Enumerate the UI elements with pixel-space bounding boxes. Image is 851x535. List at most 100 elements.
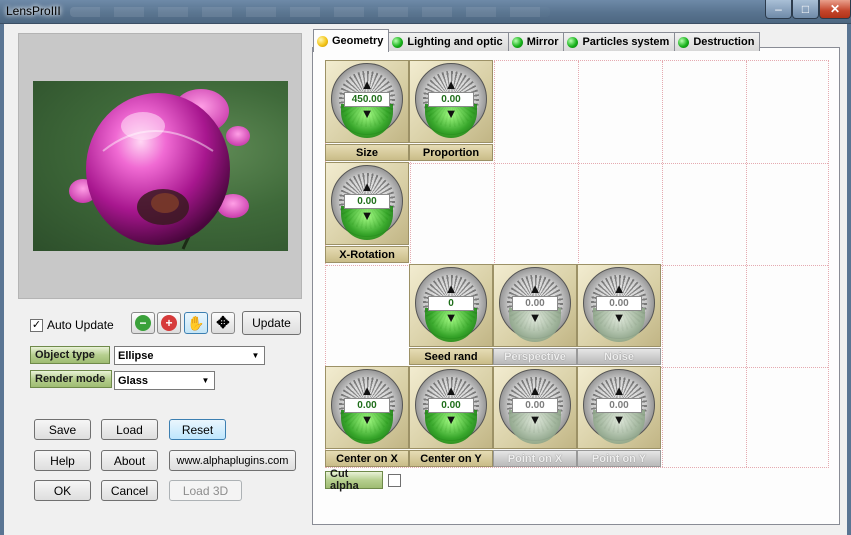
tab-label: Mirror: [526, 36, 559, 48]
decrement-arrow-icon[interactable]: ▼: [522, 412, 548, 427]
tab-strip: Geometry Lighting and optic Mirror Parti…: [313, 29, 761, 52]
tab-mirror[interactable]: Mirror: [507, 32, 565, 51]
increment-arrow-icon[interactable]: ▲: [606, 383, 632, 398]
tab-particles-system[interactable]: Particles system: [563, 32, 676, 51]
auto-update-checkbox[interactable]: ✓: [30, 318, 43, 332]
render-mode-value: Glass: [118, 374, 148, 387]
load-button[interactable]: Load: [101, 419, 158, 440]
blurred-menu-area: [70, 7, 550, 17]
save-button[interactable]: Save: [34, 419, 91, 440]
decrement-arrow-icon[interactable]: ▼: [354, 208, 380, 223]
zoom-out-button[interactable]: −: [131, 312, 155, 334]
window-frame-right: [847, 24, 851, 535]
noise-knob[interactable]: ▲ 0.00 ▼ Noise: [577, 264, 661, 366]
decrement-arrow-icon[interactable]: ▼: [606, 310, 632, 325]
decrement-arrow-icon[interactable]: ▼: [354, 412, 380, 427]
decrement-arrow-icon[interactable]: ▼: [354, 106, 380, 121]
grid-line: [662, 61, 663, 467]
tab-destruction[interactable]: Destruction: [674, 32, 761, 51]
knob-label: Proportion: [409, 144, 493, 161]
zoom-out-icon: −: [135, 315, 151, 331]
object-type-value: Ellipse: [118, 349, 154, 362]
increment-arrow-icon[interactable]: ▲: [522, 281, 548, 296]
x-rotation-knob[interactable]: ▲ 0.00 ▼ X-Rotation: [325, 162, 409, 264]
object-type-label: Object type: [30, 346, 110, 364]
pan-tool-button[interactable]: ✋: [184, 312, 208, 334]
knob-label: Seed rand: [409, 348, 493, 365]
decrement-arrow-icon[interactable]: ▼: [438, 106, 464, 121]
close-icon: ✕: [829, 2, 841, 16]
reset-button[interactable]: Reset: [169, 419, 226, 440]
website-button[interactable]: www.alphaplugins.com: [169, 450, 296, 471]
increment-arrow-icon[interactable]: ▲: [354, 179, 380, 194]
about-button[interactable]: About: [101, 450, 158, 471]
move-tool-button[interactable]: ✥: [211, 312, 235, 334]
maximize-button[interactable]: □: [792, 0, 819, 19]
move-icon: ✥: [216, 315, 230, 332]
load-3d-button[interactable]: Load 3D: [169, 480, 242, 501]
tab-label: Geometry: [332, 35, 384, 47]
increment-arrow-icon[interactable]: ▲: [438, 383, 464, 398]
knob-label: Center on X: [325, 450, 409, 467]
decrement-arrow-icon[interactable]: ▼: [438, 412, 464, 427]
center-on-y-knob[interactable]: ▲ 0.00 ▼ Center on Y: [409, 366, 493, 468]
increment-arrow-icon[interactable]: ▲: [354, 383, 380, 398]
cancel-button[interactable]: Cancel: [101, 480, 158, 501]
status-dot-icon: [678, 36, 690, 48]
increment-arrow-icon[interactable]: ▲: [438, 77, 464, 92]
tab-label: Destruction: [693, 36, 755, 48]
knob-label: X-Rotation: [325, 246, 409, 263]
minimize-icon: –: [775, 2, 782, 16]
tab-geometry[interactable]: Geometry: [313, 29, 390, 52]
point-on-y-knob[interactable]: ▲ 0.00 ▼ Point on Y: [577, 366, 661, 468]
render-mode-label: Render mode: [30, 370, 112, 388]
point-on-x-knob[interactable]: ▲ 0.00 ▼ Point on X: [493, 366, 577, 468]
auto-update-row: ✓ Auto Update: [30, 318, 114, 332]
center-on-x-knob[interactable]: ▲ 0.00 ▼ Center on X: [325, 366, 409, 468]
glass-sphere-rose-image: [69, 89, 250, 250]
preview-image[interactable]: [33, 81, 288, 251]
size-knob[interactable]: ▲ 450.00 ▼ Size: [325, 60, 409, 162]
knob-label: Noise: [577, 348, 661, 365]
cut-alpha-checkbox[interactable]: [388, 474, 401, 487]
tab-label: Particles system: [582, 36, 670, 48]
proportion-knob[interactable]: ▲ 0.00 ▼ Proportion: [409, 60, 493, 162]
window-title: LensProIII: [6, 4, 61, 18]
increment-arrow-icon[interactable]: ▲: [438, 281, 464, 296]
render-mode-select[interactable]: Glass ▼: [114, 371, 215, 390]
auto-update-label: Auto Update: [47, 318, 114, 332]
preview-panel: [18, 33, 302, 299]
decrement-arrow-icon[interactable]: ▼: [438, 310, 464, 325]
minimize-button[interactable]: –: [765, 0, 792, 19]
status-dot-icon: [392, 36, 404, 48]
knob-label: Point on Y: [577, 450, 661, 467]
knob-label: Perspective: [493, 348, 577, 365]
seed-rand-knob[interactable]: ▲ 0 ▼ Seed rand: [409, 264, 493, 366]
increment-arrow-icon[interactable]: ▲: [354, 77, 380, 92]
knob-label: Center on Y: [409, 450, 493, 467]
decrement-arrow-icon[interactable]: ▼: [522, 310, 548, 325]
close-button[interactable]: ✕: [819, 0, 851, 19]
perspective-knob[interactable]: ▲ 0.00 ▼ Perspective: [493, 264, 577, 366]
decrement-arrow-icon[interactable]: ▼: [606, 412, 632, 427]
hand-pan-icon: ✋: [187, 314, 205, 331]
status-dot-icon: [317, 35, 328, 47]
help-button[interactable]: Help: [34, 450, 91, 471]
chevron-down-icon: ▼: [201, 376, 210, 385]
checkmark-icon: ✓: [31, 318, 42, 331]
title-bar[interactable]: LensProIII – □ ✕: [0, 0, 851, 24]
chevron-down-icon: ▼: [251, 351, 260, 360]
ok-button[interactable]: OK: [34, 480, 91, 501]
window-frame-left: [0, 24, 4, 535]
tab-lighting-and-optic[interactable]: Lighting and optic: [388, 32, 509, 51]
grid-line: [746, 61, 747, 467]
zoom-in-button[interactable]: +: [157, 312, 181, 334]
object-type-select[interactable]: Ellipse ▼: [114, 346, 265, 365]
knob-label: Point on X: [493, 450, 577, 467]
zoom-in-icon: +: [161, 315, 177, 331]
maximize-icon: □: [801, 2, 810, 16]
cut-alpha-label: Cut alpha: [325, 468, 383, 492]
increment-arrow-icon[interactable]: ▲: [606, 281, 632, 296]
increment-arrow-icon[interactable]: ▲: [522, 383, 548, 398]
update-button[interactable]: Update: [242, 311, 301, 335]
